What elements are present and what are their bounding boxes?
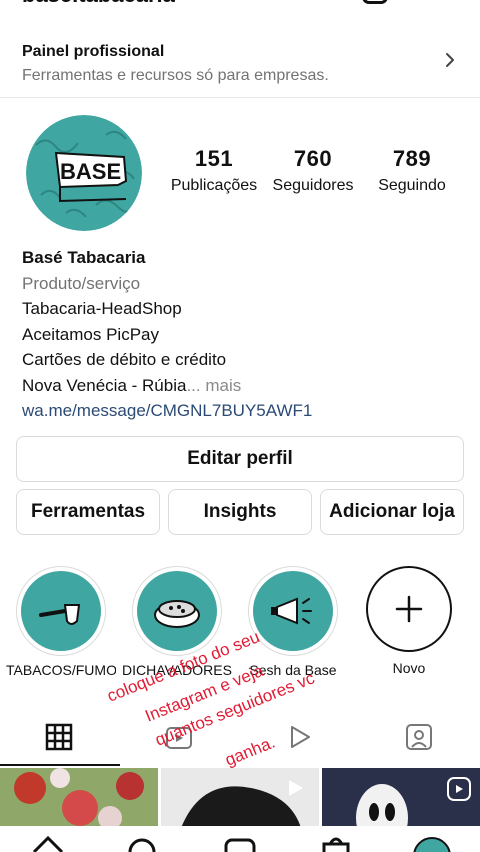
reels-icon bbox=[224, 838, 256, 852]
shop-icon bbox=[322, 842, 350, 852]
tagged-person-icon bbox=[406, 724, 432, 750]
stat-posts[interactable]: 151 Publicações bbox=[164, 146, 264, 195]
post-thumbnail[interactable] bbox=[322, 768, 480, 828]
play-icon bbox=[291, 726, 310, 748]
profile-bio: Basé Tabacaria Produto/serviço Tabacaria… bbox=[22, 245, 312, 424]
tab-igtv[interactable] bbox=[120, 712, 240, 766]
bio-more-link[interactable]: ... mais bbox=[186, 376, 241, 395]
highlight-label: Sesh da Base bbox=[249, 662, 337, 678]
add-shop-button[interactable]: Adicionar loja bbox=[320, 489, 464, 535]
bio-line: Aceitamos PicPay bbox=[22, 324, 159, 344]
bio-link[interactable]: wa.me/message/CMGNL7BUY5AWF1 bbox=[22, 398, 312, 424]
tools-button[interactable]: Ferramentas bbox=[16, 489, 160, 535]
profile-tabs bbox=[0, 712, 480, 766]
professional-dashboard-link[interactable]: Painel profissional Ferramentas e recurs… bbox=[0, 30, 480, 98]
insights-button[interactable]: Insights bbox=[168, 489, 312, 535]
profile-tab-avatar bbox=[413, 837, 451, 852]
pipe-icon bbox=[39, 604, 81, 625]
grinder-icon bbox=[154, 600, 200, 628]
plus-icon bbox=[395, 595, 423, 623]
stat-followers[interactable]: 760 Seguidores bbox=[263, 146, 363, 195]
highlight-dichavadores[interactable]: DICHAVADORES bbox=[122, 566, 232, 678]
username-title[interactable]: base.tabacaria bbox=[22, 0, 175, 8]
bio-line: Cartões de débito e crédito bbox=[22, 350, 227, 369]
tv-icon bbox=[166, 727, 192, 749]
post-thumbnail[interactable] bbox=[161, 768, 319, 828]
megaphone-icon bbox=[271, 597, 312, 625]
stat-following[interactable]: 789 Seguindo bbox=[362, 146, 462, 195]
tab-tagged[interactable] bbox=[360, 712, 480, 766]
top-bar: base.tabacaria bbox=[0, 0, 480, 8]
posts-count: 151 bbox=[194, 146, 234, 171]
highlight-label: Novo bbox=[392, 660, 426, 676]
profile-name: Basé Tabacaria bbox=[22, 248, 146, 267]
profile-avatar[interactable]: BASE bbox=[26, 115, 142, 231]
grid-icon bbox=[45, 723, 73, 751]
avatar-logo-text: BASE bbox=[60, 159, 121, 184]
edit-profile-button[interactable]: Editar perfil bbox=[16, 436, 464, 482]
profile-category[interactable]: Produto/serviço bbox=[22, 271, 312, 297]
bio-location: Nova Venécia - Rúbia bbox=[22, 375, 187, 395]
create-post-icon[interactable] bbox=[362, 0, 388, 4]
bio-line: Tabacaria-HeadShop bbox=[22, 299, 182, 318]
posts-grid bbox=[0, 768, 480, 828]
tab-reels[interactable] bbox=[240, 712, 360, 766]
panel-subtitle: Ferramentas e recursos só para empresas. bbox=[22, 67, 329, 84]
highlight-new[interactable]: Novo bbox=[354, 566, 464, 676]
panel-title: Painel profissional bbox=[22, 43, 165, 60]
highlight-sesh[interactable]: Sesh da Base bbox=[238, 566, 348, 678]
following-count: 789 bbox=[392, 146, 432, 171]
post-thumbnail[interactable] bbox=[0, 768, 158, 828]
highlight-tabacos[interactable]: TABACOS/FUMOS bbox=[6, 566, 116, 678]
chevron-right-icon bbox=[446, 53, 454, 67]
home-icon bbox=[32, 835, 64, 852]
following-label: Seguindo bbox=[378, 177, 446, 194]
posts-label: Publicações bbox=[170, 177, 258, 194]
tab-posts-grid[interactable] bbox=[0, 712, 120, 766]
highlight-label: DICHAVADORES bbox=[122, 662, 232, 678]
followers-count: 760 bbox=[293, 146, 333, 171]
highlight-label: TABACOS/FUMOS bbox=[6, 662, 116, 678]
bottom-navigation bbox=[0, 826, 480, 852]
search-icon bbox=[128, 838, 156, 852]
bio-location-line: Nova Venécia - Rúbia... mais bbox=[22, 373, 312, 399]
followers-label: Seguidores bbox=[272, 177, 354, 194]
